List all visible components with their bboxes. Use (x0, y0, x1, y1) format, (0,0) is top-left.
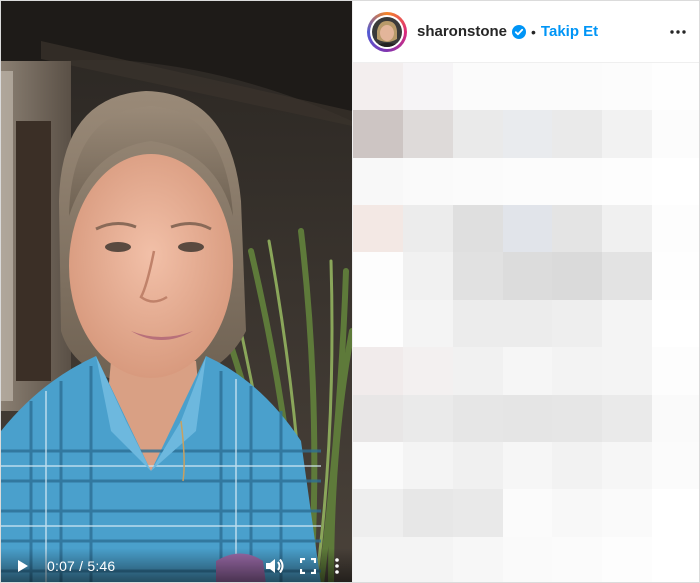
blurred-tile (552, 110, 603, 158)
blurred-tile (402, 110, 453, 158)
blurred-tile (402, 347, 453, 395)
blurred-tile (652, 441, 699, 490)
blurred-tile (402, 252, 453, 300)
blurred-tile (552, 394, 603, 442)
video-controls: 0:07 / 5:46 (1, 548, 352, 582)
blurred-tile (353, 63, 403, 111)
blurred-tile (452, 441, 503, 490)
avatar[interactable] (367, 11, 407, 52)
blurred-tile (652, 394, 699, 442)
blurred-tile (353, 347, 403, 395)
play-icon[interactable] (9, 553, 35, 579)
verified-badge-icon (512, 24, 527, 39)
blurred-tile (552, 63, 603, 111)
duration: 5:46 (87, 558, 116, 574)
more-vertical-icon[interactable] (330, 554, 344, 578)
blurred-tile (602, 299, 653, 348)
follow-button[interactable]: Takip Et (541, 23, 598, 40)
blurred-tile (502, 252, 553, 300)
blurred-tile (452, 252, 503, 300)
blurred-tile (353, 536, 403, 582)
blurred-tile (552, 157, 603, 206)
blurred-tile (652, 489, 699, 537)
blurred-tile (602, 205, 653, 253)
blurred-tile (602, 394, 653, 442)
blurred-tile (402, 157, 453, 206)
username[interactable]: sharonstone (417, 23, 507, 40)
blurred-tile (652, 205, 699, 253)
blurred-tile (452, 299, 503, 348)
blurred-tile (602, 252, 653, 300)
blurred-tile (552, 347, 603, 395)
blurred-tile (602, 347, 653, 395)
blurred-tile (502, 205, 553, 253)
time-separator: / (75, 558, 88, 574)
blurred-comments-area (353, 63, 699, 582)
blurred-tile (602, 110, 653, 158)
blurred-tile (402, 441, 453, 490)
blurred-tile (652, 63, 699, 111)
volume-icon[interactable] (262, 554, 286, 578)
blurred-tile (452, 347, 503, 395)
blurred-tile (552, 489, 603, 537)
blurred-tile (353, 299, 403, 348)
fullscreen-icon[interactable] (296, 554, 320, 578)
separator-dot: • (531, 23, 536, 40)
blurred-tile (652, 299, 699, 348)
video-frame (1, 1, 352, 582)
blurred-tile (502, 110, 553, 158)
blurred-tile (353, 252, 403, 300)
blurred-tile (552, 299, 603, 348)
blurred-tile (552, 252, 603, 300)
blurred-tile (402, 489, 453, 537)
blurred-tile (402, 63, 453, 111)
blurred-tile (502, 299, 553, 348)
blurred-tile (353, 441, 403, 490)
blurred-tile (502, 394, 553, 442)
blurred-tile (502, 489, 553, 537)
blurred-tile (552, 205, 603, 253)
blurred-tile (552, 441, 603, 490)
blurred-tile (452, 63, 503, 111)
blurred-tile (502, 536, 553, 582)
instagram-post-frame: 0:07 / 5:46 sharonstone • Takip Et (0, 0, 700, 583)
blurred-tile (552, 536, 603, 582)
current-time: 0:07 (47, 558, 76, 574)
video-player[interactable]: 0:07 / 5:46 (1, 1, 352, 582)
blurred-tile (502, 63, 553, 111)
blurred-tile (502, 347, 553, 395)
post-header: sharonstone • Takip Et (353, 1, 699, 63)
blurred-tile (452, 205, 503, 253)
blurred-tile (652, 347, 699, 395)
blurred-tile (402, 536, 453, 582)
blurred-tile (502, 441, 553, 490)
blurred-tile (502, 157, 553, 206)
blurred-tile (652, 110, 699, 158)
blurred-tile (353, 205, 403, 253)
blurred-tile (652, 252, 699, 300)
blurred-tile (652, 536, 699, 582)
blurred-tile (402, 205, 453, 253)
blurred-tile (353, 489, 403, 537)
blurred-tile (602, 157, 653, 206)
blurred-tile (452, 489, 503, 537)
blurred-tile (602, 441, 653, 490)
blurred-tile (452, 110, 503, 158)
blurred-tile (452, 536, 503, 582)
blurred-tile (652, 157, 699, 206)
blurred-tile (452, 157, 503, 206)
blurred-tile (402, 299, 453, 348)
blurred-tile (353, 110, 403, 158)
blurred-tile (602, 489, 653, 537)
blurred-tile (402, 394, 453, 442)
blurred-tile (353, 157, 403, 206)
video-time: 0:07 / 5:46 (47, 558, 115, 574)
blurred-tile (452, 394, 503, 442)
post-side-panel: sharonstone • Takip Et (352, 1, 699, 582)
blurred-tile (602, 536, 653, 582)
more-horizontal-icon[interactable] (668, 22, 688, 42)
blurred-tile (602, 63, 653, 111)
blurred-tile (353, 394, 403, 442)
